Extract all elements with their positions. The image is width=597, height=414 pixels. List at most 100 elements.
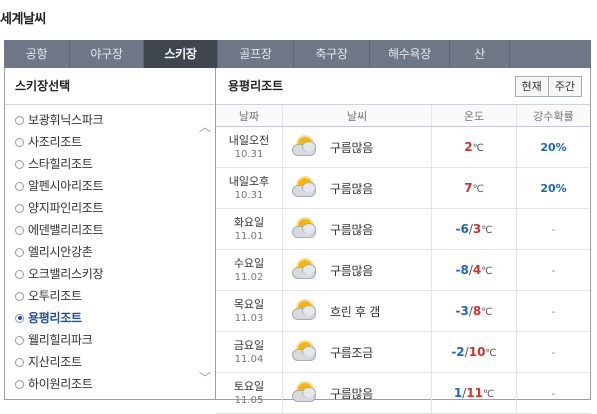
resort-item[interactable]: 하이원리조트 — [5, 373, 215, 395]
date-cell: 수요일 11.02 — [216, 249, 283, 291]
weekly-button[interactable]: 주간 — [548, 76, 582, 97]
forecast-date: 10.31 — [234, 189, 264, 201]
rain-probability: - — [551, 222, 556, 236]
weather-text: 구름조금 — [330, 345, 373, 360]
temp-max: 8 — [472, 304, 482, 318]
temp-min: -8 — [455, 263, 469, 277]
resort-radio[interactable] — [15, 379, 24, 389]
tab-airport[interactable]: 공항 — [4, 40, 70, 68]
tab-ski[interactable]: 스키장 — [144, 40, 218, 68]
temp-unit: ℃ — [481, 266, 493, 277]
resort-label: 사조리조트 — [28, 135, 82, 149]
resort-label: 웰리힐리파크 — [28, 333, 93, 347]
forecast-day: 금요일 — [233, 338, 265, 352]
resort-radio[interactable] — [15, 357, 24, 367]
temp-cell: -3/8℃ — [431, 290, 517, 332]
partly-cloudy-icon — [292, 136, 320, 158]
forecast-row: 수요일 11.02 구름많음 -8/4℃ - — [216, 249, 590, 291]
weather-text: 구름많음 — [330, 386, 373, 401]
forecast-day: 내일오전 — [228, 133, 270, 147]
temp-max: 11 — [466, 386, 483, 400]
resort-item[interactable]: 오투리조트 — [5, 285, 215, 307]
weather-text: 구름많음 — [330, 222, 373, 237]
resort-item[interactable]: 스타힐리조트 — [5, 153, 215, 175]
resort-radio[interactable] — [15, 291, 24, 301]
tab-baseball[interactable]: 야구장 — [70, 40, 144, 68]
resort-radio[interactable] — [15, 269, 24, 279]
resort-item[interactable]: 웰리힐리파크 — [5, 329, 215, 351]
rain-cell: - — [516, 290, 590, 332]
tab-beach[interactable]: 해수욕장 — [370, 40, 450, 68]
resort-radio[interactable] — [15, 335, 24, 345]
category-tabs: 공항 야구장 스키장 골프장 축구장 해수욕장 산 — [4, 40, 591, 68]
weather-text: 구름많음 — [330, 181, 373, 196]
resort-label: 알펜시아리조트 — [28, 179, 104, 193]
partly-cloudy-icon — [292, 382, 320, 404]
forecast-table: 날짜 날씨 온도 강수확률 내일오전 10.31 구름많음 2℃ 20% 내일오후 10.3… — [216, 105, 590, 414]
cloudy-then-clear-icon — [292, 300, 320, 322]
rain-cell: - — [516, 331, 590, 373]
resort-radio[interactable] — [15, 181, 24, 191]
column-header-weather: 날씨 — [282, 105, 432, 127]
resort-item[interactable]: 알펜시아리조트 — [5, 175, 215, 197]
resort-item[interactable]: 양지파인리조트 — [5, 197, 215, 219]
weather-cell: 구름조금 — [282, 331, 432, 373]
date-cell: 내일오전 10.31 — [216, 126, 283, 168]
temp-cell: -6/3℃ — [431, 208, 517, 250]
resort-radio[interactable] — [15, 203, 24, 213]
scroll-up-icon[interactable]: ︿ — [198, 120, 212, 134]
resort-item[interactable]: 지산리조트 — [5, 351, 215, 373]
resort-item[interactable]: 보광휘닉스파크 — [5, 109, 215, 131]
temp-min: -2 — [451, 345, 465, 359]
weather-text: 구름많음 — [330, 263, 373, 278]
weather-cell: 구름많음 — [282, 372, 432, 414]
date-cell: 목요일 11.03 — [216, 290, 283, 332]
rain-probability: - — [551, 386, 556, 400]
forecast-header: 용평리조트 현재 주간 — [216, 68, 590, 105]
page-title: 세계날씨 — [0, 12, 46, 27]
resort-radio[interactable] — [15, 159, 24, 169]
temp-unit: ℃ — [485, 348, 497, 359]
temp-min: -6 — [455, 222, 469, 236]
resort-label: 용평리조트 — [28, 311, 82, 325]
rain-probability: 20% — [540, 140, 567, 154]
forecast-date: 11.02 — [234, 271, 264, 283]
resort-radio[interactable] — [15, 115, 24, 125]
forecast-row: 금요일 11.04 구름조금 -2/10℃ - — [216, 331, 590, 373]
forecast-day: 내일오후 — [228, 174, 270, 188]
forecast-row: 목요일 11.03 흐린 후 갬 -3/8℃ - — [216, 290, 590, 332]
resort-item[interactable]: 사조리조트 — [5, 131, 215, 153]
temp-min: -3 — [455, 304, 469, 318]
forecast-day: 목요일 — [233, 297, 265, 311]
temp-cell: 1/11℃ — [431, 372, 517, 414]
forecast-date: 11.04 — [234, 353, 264, 365]
date-cell: 화요일 11.01 — [216, 208, 283, 250]
tab-mountain[interactable]: 산 — [450, 40, 510, 68]
resort-radio[interactable] — [15, 313, 24, 323]
resort-radio[interactable] — [15, 137, 24, 147]
resort-list: 보광휘닉스파크사조리조트스타힐리조트알펜시아리조트양지파인리조트 에덴밸리리조트 엘… — [5, 105, 215, 395]
resort-radio[interactable] — [15, 225, 24, 235]
partly-cloudy-icon — [292, 177, 320, 199]
resort-item[interactable]: 에덴밸리리조트 — [5, 219, 215, 241]
forecast-row: 화요일 11.01 구름많음 -6/3℃ - — [216, 208, 590, 250]
forecast-row: 토요일 11.05 구름많음 1/11℃ - — [216, 372, 590, 414]
resort-item[interactable]: 오크밸리스키장 — [5, 263, 215, 285]
forecast-row: 내일오전 10.31 구름많음 2℃ 20% — [216, 126, 590, 168]
tab-soccer[interactable]: 축구장 — [294, 40, 370, 68]
scroll-down-icon[interactable]: ﹀ — [198, 371, 212, 385]
forecast-date: 11.05 — [234, 394, 264, 406]
resort-radio[interactable] — [15, 247, 24, 257]
forecast-date: 10.31 — [234, 148, 264, 160]
current-button[interactable]: 현재 — [514, 76, 549, 97]
forecast-day: 화요일 — [233, 215, 265, 229]
temp-cell: -8/4℃ — [431, 249, 517, 291]
resort-item[interactable]: 엘리시안강촌 — [5, 241, 215, 263]
temp-min: 1 — [453, 386, 463, 400]
rain-cell: - — [516, 249, 590, 291]
resort-item[interactable]: 용평리조트 — [5, 307, 215, 329]
tab-golf[interactable]: 골프장 — [218, 40, 294, 68]
column-header-rain: 강수확률 — [516, 105, 590, 127]
weather-cell: 구름많음 — [282, 126, 432, 168]
resort-label: 하이원리조트 — [28, 377, 93, 391]
